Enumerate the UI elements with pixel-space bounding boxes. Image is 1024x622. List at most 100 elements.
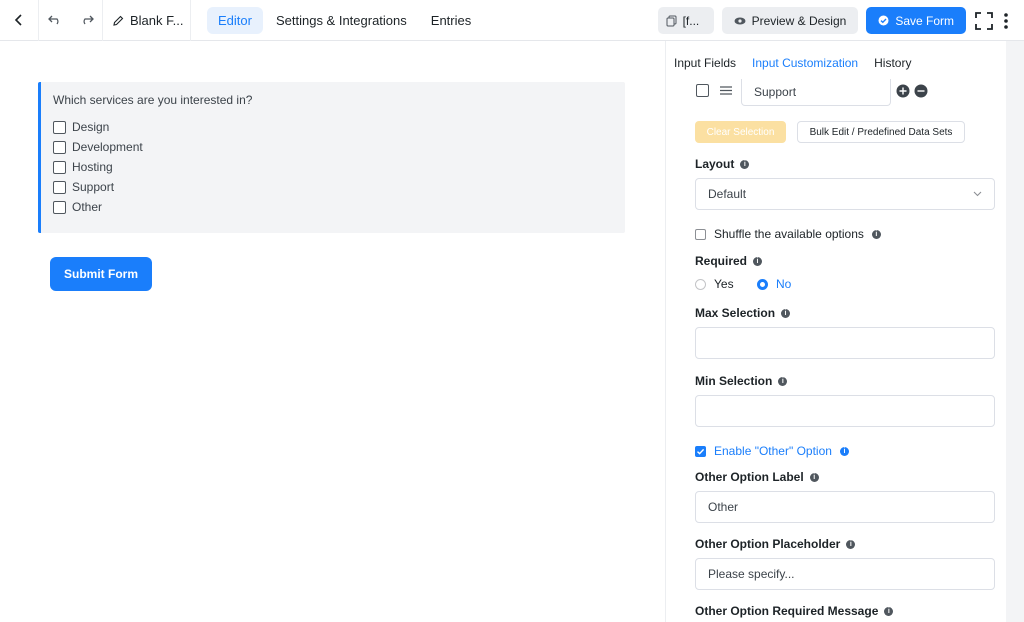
scrollbar[interactable]	[1006, 41, 1024, 622]
info-icon: i	[753, 256, 763, 266]
required-yes-radio[interactable]: Yes	[695, 277, 734, 291]
settings-panel: Input Fields Input Customization History…	[665, 41, 1024, 622]
option-item[interactable]: Support	[53, 177, 613, 197]
radio-button[interactable]	[695, 278, 706, 290]
chevron-down-icon	[973, 191, 982, 197]
add-option-icon[interactable]	[896, 84, 910, 98]
chevron-left-icon	[14, 14, 22, 26]
other-option-placeholder-text: Other Option Placeholder	[695, 537, 841, 551]
required-label-text: Required	[695, 254, 748, 268]
other-option-label-text: Other Option Label	[695, 470, 804, 484]
shuffle-checkbox[interactable]	[695, 228, 706, 240]
main-nav: Editor Settings & Integrations Entries	[207, 6, 482, 34]
shortcode-button[interactable]: [f...	[657, 7, 714, 34]
info-icon: i	[740, 159, 750, 169]
other-option-required-label: Other Option Required Message i	[695, 604, 894, 618]
back-button[interactable]	[0, 0, 39, 41]
option-value-input[interactable]: Support	[741, 79, 891, 106]
max-selection-label: Max Selection i	[695, 306, 791, 320]
top-bar: Blank F... Editor Settings & Integration…	[0, 0, 1024, 41]
clear-selection-button[interactable]: Clear Selection	[695, 121, 786, 143]
pencil-icon	[113, 15, 124, 26]
tab-editor[interactable]: Editor	[207, 6, 263, 34]
required-label: Required i	[695, 254, 763, 268]
tab-settings-integrations[interactable]: Settings & Integrations	[265, 7, 418, 34]
info-icon: i	[871, 229, 881, 239]
undo-redo-group	[39, 0, 103, 41]
shuffle-option[interactable]: Shuffle the available options i	[695, 227, 881, 241]
fullscreen-button[interactable]	[974, 11, 994, 31]
question-label: Which services are you interested in?	[53, 93, 253, 107]
bulk-edit-button[interactable]: Bulk Edit / Predefined Data Sets	[797, 121, 965, 143]
enable-other-label: Enable "Other" Option	[714, 444, 832, 458]
layout-select[interactable]: Default	[695, 178, 995, 210]
option-item[interactable]: Development	[53, 137, 613, 157]
required-no-radio[interactable]: No	[757, 277, 791, 291]
kebab-menu-icon	[1004, 12, 1008, 29]
layout-select-value: Default	[708, 187, 747, 201]
tab-input-fields[interactable]: Input Fields	[674, 56, 736, 81]
save-form-label: Save Form	[895, 13, 954, 28]
checkbox-field-card[interactable]: Which services are you interested in? De…	[38, 82, 625, 233]
more-options-button[interactable]	[1002, 11, 1010, 31]
drag-handle-icon[interactable]	[720, 86, 732, 95]
tab-input-customization[interactable]: Input Customization	[752, 56, 859, 81]
option-default-checkbox[interactable]	[696, 84, 709, 97]
max-selection-input[interactable]	[695, 327, 995, 359]
info-icon: i	[778, 376, 788, 386]
checkbox[interactable]	[53, 180, 66, 194]
layout-label-text: Layout	[695, 157, 735, 171]
layout-label: Layout i	[695, 157, 750, 171]
other-option-label-label: Other Option Label i	[695, 470, 819, 484]
info-icon: i	[846, 539, 856, 549]
radio-button[interactable]	[757, 278, 768, 290]
save-form-button[interactable]: Save Form	[866, 7, 966, 34]
checkbox[interactable]	[53, 120, 66, 134]
tab-history[interactable]: History	[874, 56, 911, 81]
min-selection-label-text: Min Selection	[695, 374, 773, 388]
check-circle-icon	[878, 15, 889, 26]
info-icon: i	[781, 308, 791, 318]
checkbox[interactable]	[53, 140, 66, 154]
form-title-text: Blank F...	[130, 12, 184, 28]
option-item[interactable]: Hosting	[53, 157, 613, 177]
info-icon: i	[884, 606, 894, 616]
min-selection-label: Min Selection i	[695, 374, 788, 388]
option-label: Development	[72, 140, 143, 154]
min-selection-input[interactable]	[695, 395, 995, 427]
option-label: Design	[72, 120, 110, 134]
undo-icon[interactable]	[47, 15, 62, 25]
option-label: Hosting	[72, 160, 113, 174]
enable-other-option[interactable]: Enable "Other" Option i	[695, 444, 849, 458]
preview-label: Preview & Design	[751, 13, 847, 28]
checked-checkbox-icon[interactable]	[695, 445, 706, 457]
option-item[interactable]: Design	[53, 117, 613, 137]
fullscreen-icon	[975, 11, 993, 30]
info-icon: i	[809, 472, 819, 482]
checkbox[interactable]	[53, 200, 66, 214]
max-selection-label-text: Max Selection	[695, 306, 776, 320]
radio-label: No	[776, 277, 792, 291]
checkbox[interactable]	[53, 160, 66, 174]
info-icon: i	[839, 446, 849, 456]
tab-entries[interactable]: Entries	[420, 7, 482, 34]
option-label: Support	[72, 180, 115, 194]
copy-icon	[666, 15, 677, 26]
shortcode-label: [f...	[682, 13, 700, 28]
other-option-placeholder-input[interactable]: Please specify...	[695, 558, 995, 590]
radio-label: Yes	[714, 277, 734, 291]
redo-icon[interactable]	[80, 15, 94, 25]
remove-option-icon[interactable]	[914, 84, 928, 98]
shuffle-label: Shuffle the available options	[714, 227, 864, 241]
other-option-required-text: Other Option Required Message	[695, 604, 879, 618]
eye-icon	[734, 17, 746, 24]
topbar-actions: [f... Preview & Design Save Form	[657, 7, 1010, 34]
form-title[interactable]: Blank F...	[103, 0, 191, 41]
submit-form-button[interactable]: Submit Form	[50, 257, 152, 291]
option-label: Other	[72, 200, 103, 214]
option-item[interactable]: Other	[53, 197, 613, 217]
panel-tabs: Input Fields Input Customization History	[666, 41, 1024, 81]
other-option-placeholder-label: Other Option Placeholder i	[695, 537, 856, 551]
preview-design-button[interactable]: Preview & Design	[721, 7, 859, 34]
other-option-label-input[interactable]: Other	[695, 491, 995, 523]
